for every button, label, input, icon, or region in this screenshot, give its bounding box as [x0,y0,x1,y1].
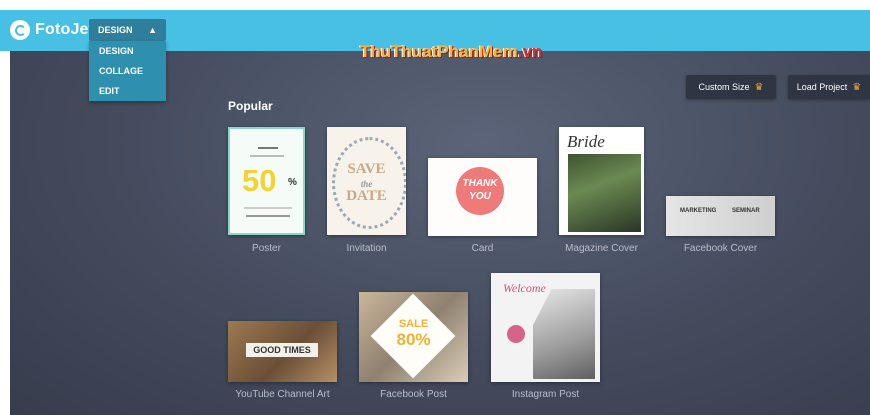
youtube-channel-art-template[interactable]: GOOD TIMES [228,321,337,382]
menu-item-collage[interactable]: COLLAGE [89,61,166,81]
poster-percent: % [288,177,297,188]
invite-line-1: SAVE [347,161,386,177]
design-dropdown-label: DESIGN [98,25,133,35]
crown-icon: ♛ [852,81,862,93]
watermark: ThuThuatPhanMem.vn [360,42,542,62]
youtube-channel-art-label: YouTube Channel Art [235,389,330,400]
facebook-post-template[interactable]: SALE 80% [359,292,468,382]
instagram-post-template[interactable]: Welcome [491,273,600,382]
invitation-template[interactable]: SAVE the DATE [327,127,406,235]
poster-line [250,155,284,157]
poster-label: Poster [252,243,281,254]
card-label: Card [471,243,494,254]
yt-banner-text: GOOD TIMES [246,343,318,357]
magazine-title: Bride [567,132,605,151]
fbc-left-text: MARKETING [680,208,717,214]
custom-size-button[interactable]: Custom Size ♛ [686,75,776,99]
magazine-cover-label: Magazine Cover [565,243,638,254]
menu-item-design[interactable]: DESIGN [89,41,166,61]
logo-text: FotoJet [35,21,95,38]
card-line-1: THANK [462,178,498,189]
invitation-label: Invitation [346,243,387,254]
caret-up-icon: ▲ [148,25,157,35]
portrait-photo [533,289,595,379]
load-project-label: Load Project [796,82,848,92]
load-project-button[interactable]: Load Project ♛ [788,75,870,99]
flower-icon [507,325,525,343]
custom-size-label: Custom Size [698,82,750,92]
fotojet-logo[interactable]: FotoJet [10,20,94,40]
logo-icon [10,20,30,40]
poster-line [258,147,278,149]
fbp-line-2: 80% [396,330,431,349]
invite-line-3: DATE [346,188,387,204]
section-title: Popular [228,99,273,113]
mode-dropdown-menu: DESIGN COLLAGE EDIT [89,41,166,101]
menu-item-edit[interactable]: EDIT [89,81,166,101]
fbp-line-1: SALE [398,318,429,330]
magazine-cover-template[interactable]: Bride [559,127,644,235]
card-line-2: YOU [469,191,491,202]
card-template[interactable]: THANK YOU [428,158,537,236]
poster-big-number: 50 [242,163,277,198]
watermark-main: ThuThuatPhanMem [360,42,518,61]
crown-icon: ♛ [754,81,764,93]
facebook-post-label: Facebook Post [380,389,447,400]
fbc-right-text: SEMINAR [732,208,760,214]
magazine-photo [568,154,641,232]
watermark-tld: .vn [517,42,543,61]
facebook-cover-template[interactable]: MARKETING SEMINAR [666,196,775,236]
instagram-post-label: Instagram Post [511,389,580,400]
poster-line [244,207,292,209]
design-dropdown-button[interactable]: DESIGN ▲ [89,19,166,41]
facebook-cover-label: Facebook Cover [683,243,758,254]
poster-template[interactable]: 50 % [228,127,305,235]
ig-welcome-text: Welcome [503,281,546,295]
poster-line [246,215,290,217]
